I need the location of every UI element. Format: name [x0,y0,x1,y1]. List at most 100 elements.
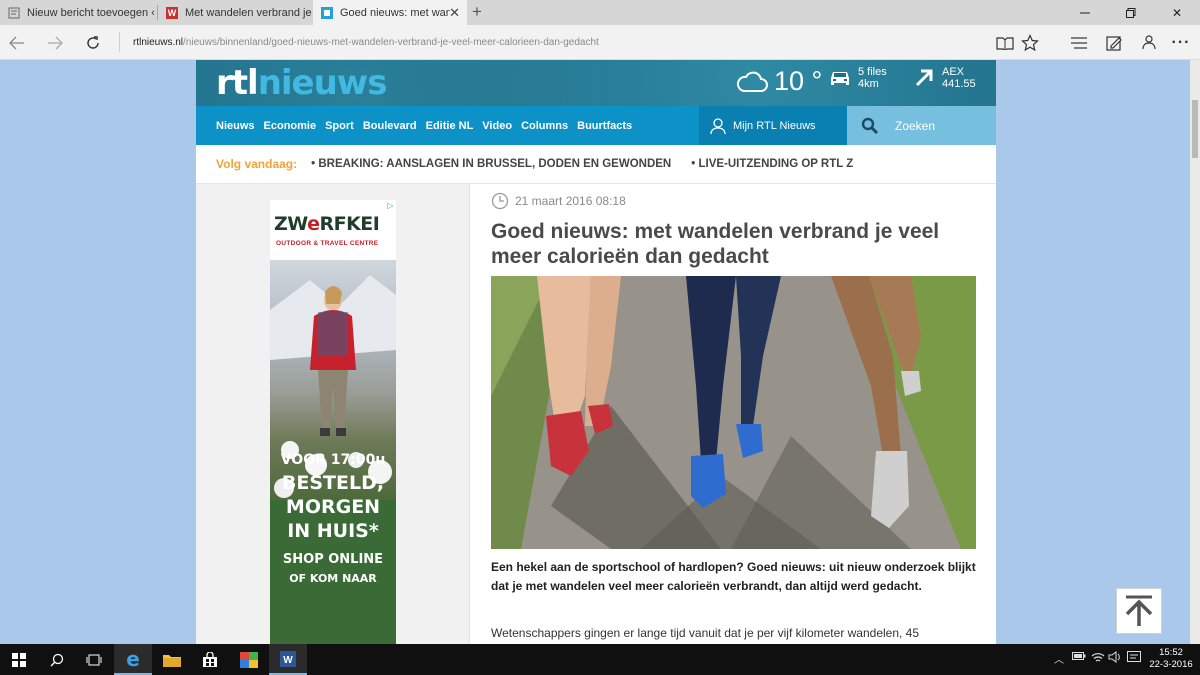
hub-icon[interactable] [1066,30,1092,56]
svg-text:W: W [283,655,293,666]
car-icon [831,72,849,85]
nav-nieuws[interactable]: Nieuws [216,120,255,132]
word-taskbar-button[interactable]: W [269,644,307,675]
clock-date: 22-3-2016 [1149,659,1193,670]
advertisement-banner[interactable]: ▷ ZWeRFKEI OUTDOOR & TRAVEL CENTRE VOOR … [270,200,396,644]
clock-time: 15:52 [1159,647,1183,658]
nav-buurtfacts[interactable]: Buurtfacts [577,120,632,132]
file-explorer-button[interactable] [153,644,191,675]
ad-line-1: VOOR 17:00u [280,452,386,468]
start-button[interactable] [0,644,38,675]
windows-logo-icon [12,652,26,667]
traffic-km: 4km [858,78,879,90]
url-field[interactable]: rtlnieuws.nl/nieuws/binnenland/goed-nieu… [133,37,599,48]
ad-brand-subtitle: OUTDOOR & TRAVEL CENTRE [276,240,379,247]
forward-button[interactable] [42,30,68,56]
web-note-icon[interactable] [1101,30,1127,56]
traffic-widget[interactable]: 5 files 4km [828,66,887,90]
site-logo[interactable]: rtlnieuws [216,63,388,103]
article-photo [491,276,976,549]
ad-brand-pre: ZW [274,213,308,235]
aex-widget[interactable]: AEX 441.55 [914,66,976,90]
new-tab-button[interactable]: + [472,2,482,22]
ad-line-5: SHOP ONLINE [282,552,384,567]
volume-icon[interactable] [1108,651,1122,666]
wifi-icon[interactable] [1091,651,1105,666]
nav-editie-nl[interactable]: Editie NL [426,120,474,132]
taskbar-search-icon [50,653,64,666]
show-hidden-icons[interactable]: ︿ [1054,651,1064,666]
ad-line-4: IN HUIS* [287,520,379,542]
nav-sport[interactable]: Sport [325,120,354,132]
main-navigation: Nieuws Economie Sport Boulevard Editie N… [196,106,996,145]
tab-label: Nieuw bericht toevoegen ‹ \ [27,6,156,19]
store-bag-icon [203,651,217,667]
tab-wordpress[interactable]: Nieuw bericht toevoegen ‹ \ [0,0,156,25]
nav-economie[interactable]: Economie [264,120,317,132]
more-icon[interactable]: ··· [1168,30,1194,56]
arrow-up-icon [1125,595,1153,626]
w-logo-icon: W [166,6,178,19]
nav-video[interactable]: Video [482,120,512,132]
folder-icon [163,654,181,667]
minimize-button[interactable] [1062,0,1108,25]
follow-label: Volg vandaag: [216,157,298,171]
mijn-rtl-nieuws-button[interactable]: Mijn RTL Nieuws [699,106,847,145]
tab-met-wandelen[interactable]: W Met wandelen verbrand je v [158,0,312,25]
aex-value: 441.55 [942,78,976,90]
tab-label: Goed nieuws: met wandc [340,6,450,19]
site-header: rtlnieuws 10 ° 5 files 4km AEX 441.55 [196,60,996,106]
close-tab-icon[interactable]: ✕ [449,5,460,21]
favorite-star-icon[interactable] [1017,30,1043,56]
store-button[interactable] [191,644,229,675]
nav-boulevard[interactable]: Boulevard [363,120,417,132]
ad-line-3: MORGEN [285,496,381,518]
battery-icon[interactable] [1072,651,1086,664]
follow-item-breaking[interactable]: • BREAKING: AANSLAGEN IN BRUSSEL, DODEN … [311,158,671,170]
follow-item-live[interactable]: • LIVE-UITZENDING OP RTL Z [691,158,853,170]
system-clock[interactable]: 15:52 22-3-2016 [1144,647,1198,671]
search-box[interactable]: Zoeken [847,106,996,145]
weather-temperature: 10 ° [774,66,823,96]
site-container: rtlnieuws 10 ° 5 files 4km AEX 441.55 Ni… [196,60,996,644]
address-bar: rtlnieuws.nl/nieuws/binnenland/goed-nieu… [0,25,1200,60]
word-icon: W [280,650,296,667]
windows-taskbar: e W ︿ 15:52 22-3-2016 [0,644,1200,675]
article-body: Wetenschappers gingen er lange tijd vanu… [491,626,920,640]
ad-brand-post: RFKEI [319,213,380,235]
edge-icon: e [126,646,140,671]
nav-items: Nieuws Economie Sport Boulevard Editie N… [216,106,641,145]
notifications-icon[interactable] [1127,651,1141,666]
tab-goed-nieuws[interactable]: Goed nieuws: met wandc ✕ [313,0,467,25]
nav-columns[interactable]: Columns [521,120,568,132]
arrow-up-right-icon [915,69,933,87]
logo-nieuws: nieuws [257,63,388,103]
article-lead: Een hekel aan de sportschool of hardlope… [491,560,976,593]
ad-line-2: BESTELD, [281,472,385,494]
close-window-button[interactable]: ✕ [1154,0,1200,25]
aex-text: AEX 441.55 [942,66,976,90]
refresh-button[interactable] [80,30,106,56]
logo-rtl: rtl [216,63,259,103]
article-date-text: 21 maart 2016 08:18 [515,194,626,208]
task-view-button[interactable] [75,644,113,675]
address-separator [119,32,120,52]
scroll-to-top-button[interactable] [1116,588,1162,634]
scrollbar-thumb[interactable] [1192,100,1198,158]
page-scrollbar[interactable] [1190,60,1200,644]
tab-label: Met wandelen verbrand je v [185,6,312,19]
ad-choices-icon[interactable]: ▷ [385,200,396,211]
back-button[interactable] [4,30,30,56]
traffic-files: 5 files [858,66,887,78]
reading-view-icon[interactable] [992,30,1018,56]
edge-taskbar-button[interactable]: e [114,644,152,675]
search-placeholder: Zoeken [895,118,936,133]
share-icon[interactable] [1136,30,1162,56]
photos-app-button[interactable] [230,644,268,675]
weather-widget[interactable]: 10 ° [736,66,822,97]
search-taskbar-button[interactable] [38,644,76,675]
wordpress-icon [8,7,20,19]
user-icon [710,117,726,134]
maximize-button[interactable] [1108,0,1154,25]
article-date: 21 maart 2016 08:18 [491,192,626,210]
